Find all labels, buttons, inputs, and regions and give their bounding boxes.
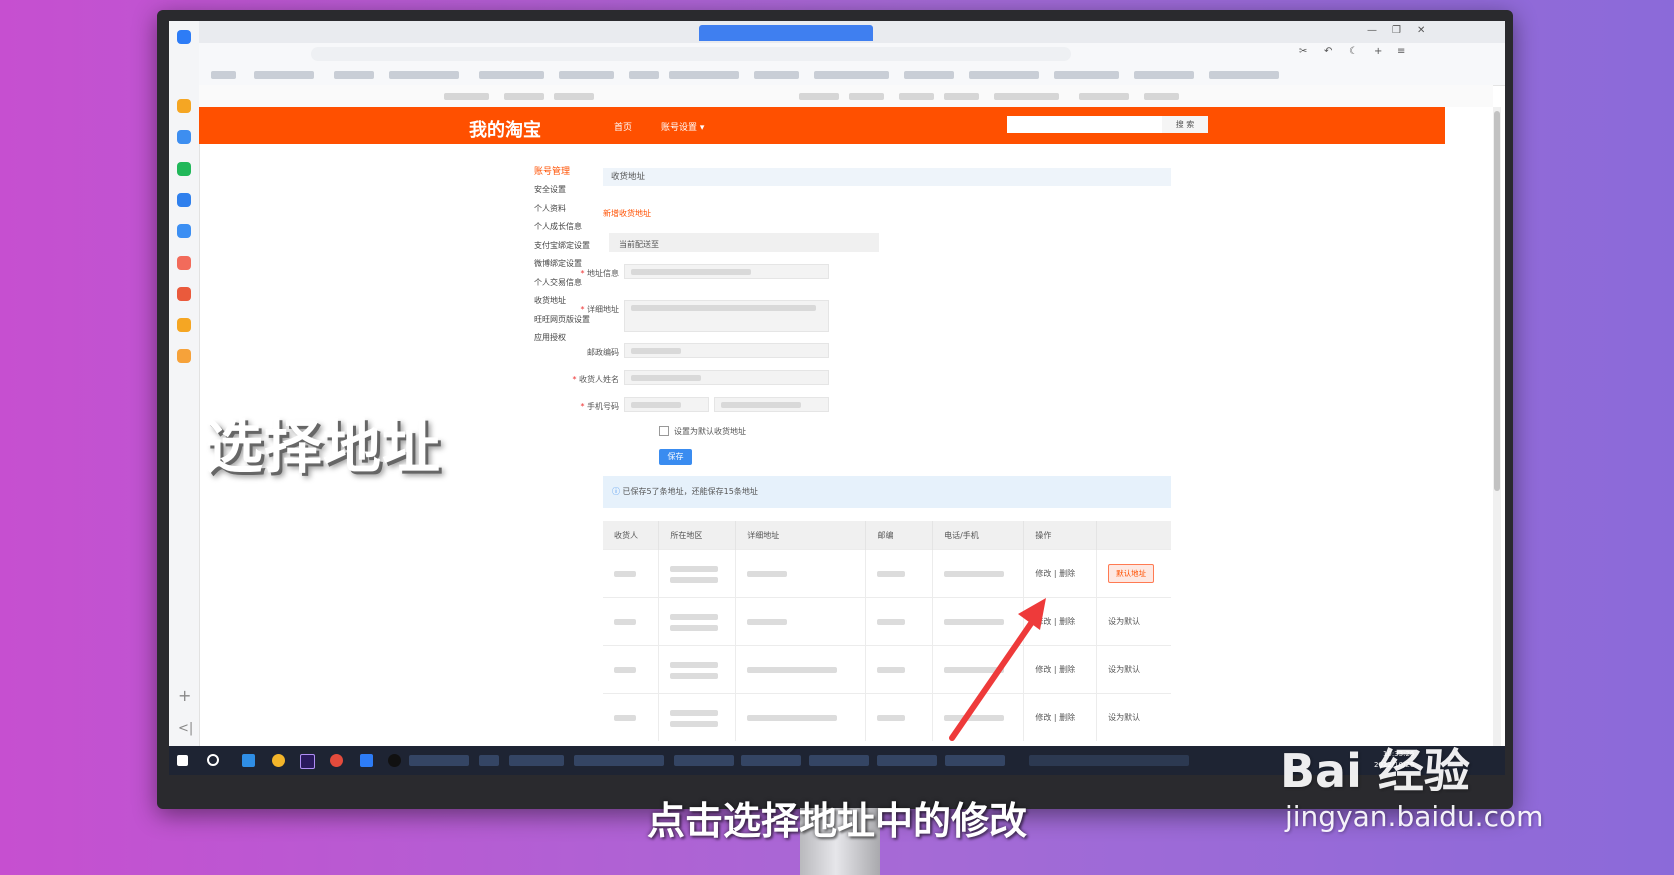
watermark-url: jingyan.baidu.com [1285,800,1544,833]
baidu-jingyan-watermark: Bai 经验 [1280,744,1470,798]
overlay-step-title: 选择地址 [205,413,442,481]
